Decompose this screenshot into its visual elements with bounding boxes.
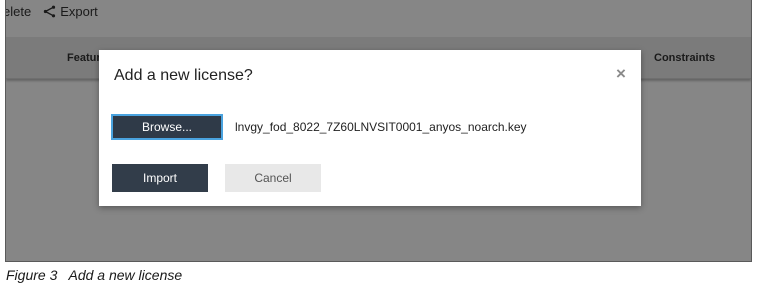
export-action[interactable]: Export bbox=[43, 4, 98, 19]
share-icon bbox=[44, 5, 56, 17]
column-header-feature[interactable]: Featur bbox=[67, 52, 101, 64]
import-button[interactable]: Import bbox=[112, 164, 208, 192]
export-label: Export bbox=[60, 3, 98, 19]
close-icon[interactable]: × bbox=[611, 64, 631, 84]
toolbar: elete Export bbox=[6, 0, 751, 22]
cancel-button[interactable]: Cancel bbox=[225, 164, 321, 192]
column-header-constraints[interactable]: Constraints bbox=[654, 52, 715, 64]
app-window: elete Export Featur Constraints Add a ne… bbox=[5, 0, 752, 262]
dialog-title: Add a new license? bbox=[114, 67, 253, 84]
delete-action[interactable]: elete bbox=[6, 4, 31, 19]
selected-file-name: lnvgy_fod_8022_7Z60LNVSIT0001_anyos_noar… bbox=[235, 120, 527, 134]
browse-button[interactable]: Browse... bbox=[111, 114, 223, 140]
add-license-dialog: Add a new license? × Browse... lnvgy_fod… bbox=[99, 50, 641, 206]
figure-caption: Figure 3 Add a new license bbox=[6, 267, 183, 283]
